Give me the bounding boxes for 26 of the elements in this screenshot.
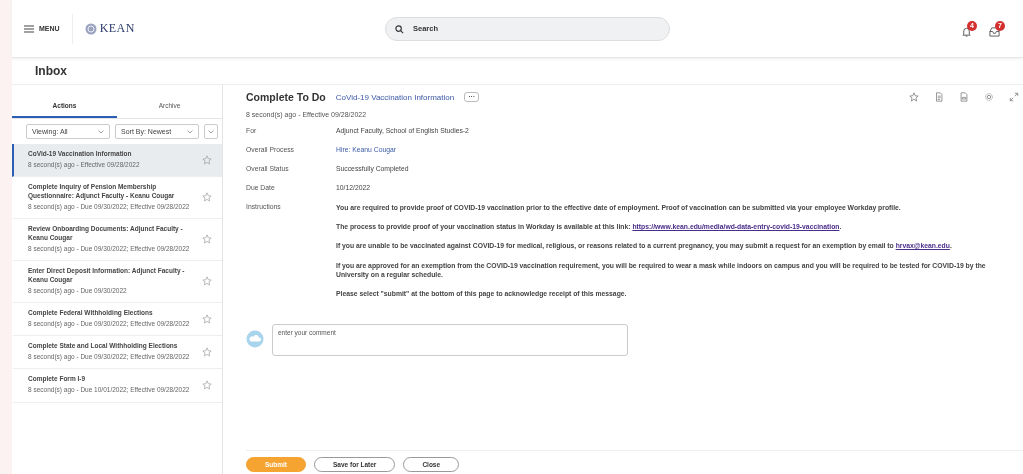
avatar-icon [246,330,264,349]
page-title: Inbox [34,63,68,80]
star-icon[interactable] [202,346,212,357]
star-icon[interactable] [202,313,212,324]
expand-button[interactable] [204,124,218,139]
star-icon[interactable] [202,234,212,245]
star-icon[interactable] [202,154,212,165]
bell-icon [961,25,972,37]
star-icon[interactable] [202,276,212,287]
task-heading: Complete To Do [246,91,326,103]
subject-link[interactable]: CoVid-19 Vaccination Information [335,92,455,102]
inbox-tray-icon [989,25,1000,37]
expand-icon[interactable] [1009,92,1019,102]
chevron-down-icon [187,129,193,134]
settings-icon[interactable] [984,92,994,102]
menu-icon [24,24,34,33]
document-icon[interactable] [934,92,944,102]
seal-icon [84,22,97,35]
star-icon[interactable] [202,380,212,390]
star-icon[interactable] [202,192,212,203]
search-icon [394,24,404,34]
logo-text: KEAN [99,21,135,36]
chevron-down-icon [208,129,214,134]
star-icon[interactable] [909,92,919,102]
chevron-down-icon [98,129,104,134]
pdf-file-icon[interactable] [959,92,969,102]
